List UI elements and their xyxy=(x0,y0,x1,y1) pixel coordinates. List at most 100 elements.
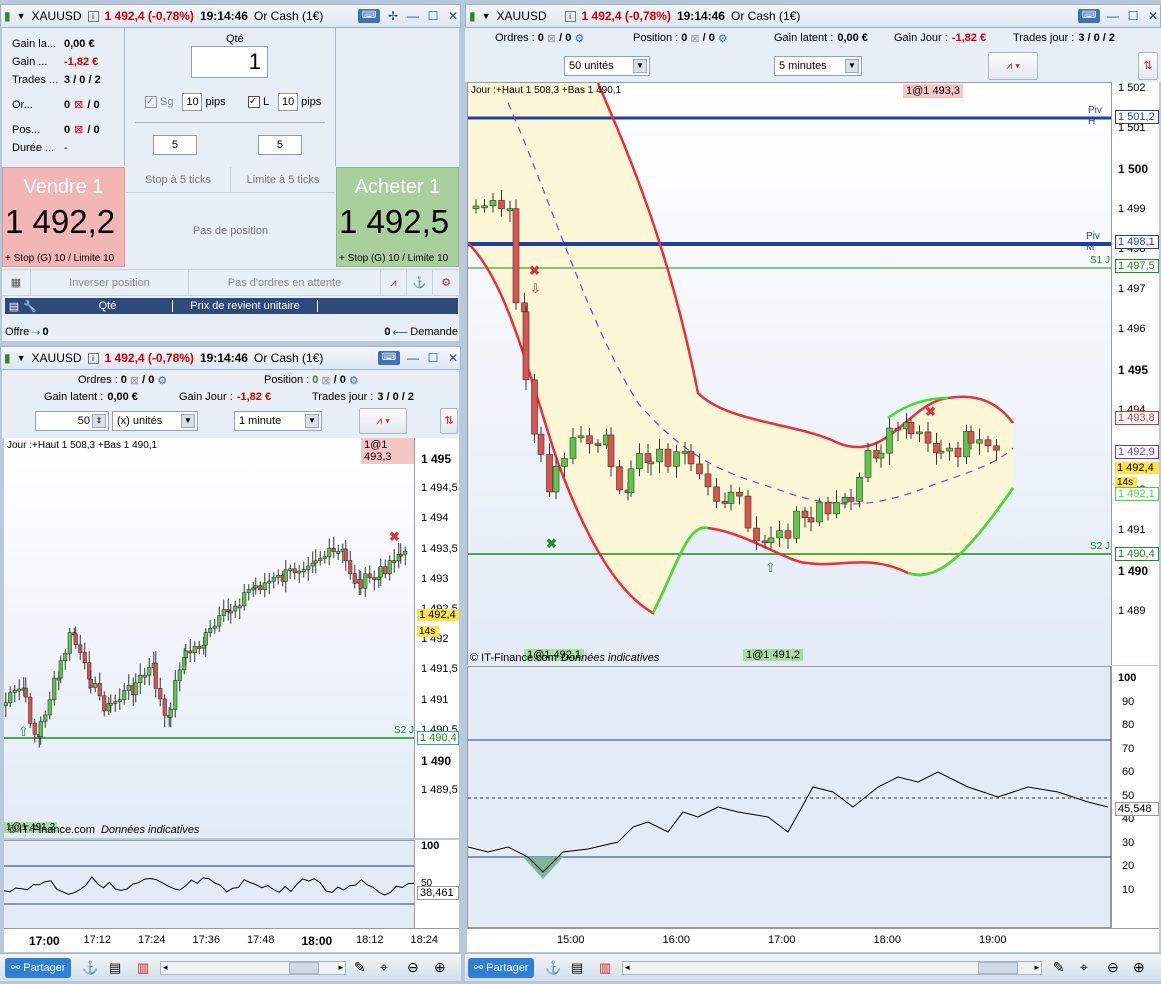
crosshair-tool-icon[interactable]: ⚓ xyxy=(545,960,561,976)
maximize-icon[interactable]: ☐ xyxy=(426,351,440,365)
scroll-left-icon[interactable]: ◂ xyxy=(163,962,168,973)
wrench-icon[interactable]: 🔧 xyxy=(23,300,43,313)
bars-icon[interactable]: ▥ xyxy=(137,960,149,976)
scroll-thumb[interactable] xyxy=(289,962,319,974)
drawing-tool-icon[interactable]: ✎ xyxy=(1053,959,1065,976)
zoom-out-icon[interactable]: ⊖ xyxy=(1107,959,1119,976)
info-icon[interactable]: i xyxy=(564,10,576,22)
indicator-button[interactable]: ⩘ ▾ xyxy=(359,408,407,434)
cancel-icon[interactable]: ⊠ xyxy=(74,123,83,136)
share-button[interactable]: ⚯ Partager xyxy=(468,958,535,978)
left-oscillator[interactable] xyxy=(3,840,415,928)
indicator-button[interactable]: ⩘ ▾ xyxy=(988,52,1038,80)
scroll-right-icon[interactable]: ▸ xyxy=(1034,962,1039,973)
gear-icon[interactable]: ⚙ xyxy=(718,32,728,45)
stop-ticks-button[interactable]: Stop à 5 ticks xyxy=(126,167,231,192)
limit-stepper[interactable]: 5 xyxy=(258,135,302,155)
col-qty[interactable]: Qté xyxy=(43,300,173,312)
pin-icon[interactable]: ✢ xyxy=(386,9,400,23)
col-price[interactable]: Prix de revient unitaire xyxy=(173,300,318,312)
chevron-down-icon[interactable]: ▼ xyxy=(633,59,647,73)
keyboard-icon[interactable]: ⌨ xyxy=(378,351,400,365)
dropdown-icon[interactable]: ▼ xyxy=(482,11,491,21)
dropdown-icon[interactable]: ▼ xyxy=(17,11,26,21)
settings-chart-icon[interactable]: ⚙ xyxy=(432,270,459,295)
units-input[interactable]: 50 ⇕ xyxy=(35,411,109,431)
stop-stepper[interactable]: 5 xyxy=(153,135,197,155)
bottom-order-tag-2[interactable]: 1@1 491,2 xyxy=(743,649,803,661)
chevron-down-icon[interactable]: ▼ xyxy=(181,414,195,428)
drawing-tool-icon[interactable]: ✎ xyxy=(354,959,366,976)
info-icon[interactable]: i xyxy=(87,352,99,364)
symbol-label[interactable]: XAUUSD xyxy=(32,9,82,23)
l-checkbox[interactable]: ✓ xyxy=(248,96,260,108)
side-panel-icon[interactable]: ⇅ xyxy=(1138,52,1158,80)
sg-input[interactable]: 10 xyxy=(182,93,203,111)
minimize-icon[interactable]: — xyxy=(406,351,420,365)
right-time-axis[interactable]: 15:00 16:00 17:00 18:00 19:00 xyxy=(467,928,1159,952)
cancel-icon[interactable]: ⊠ xyxy=(547,32,556,45)
left-time-axis[interactable]: 17:00 17:12 17:24 17:36 17:48 18:00 18:12 18:24 xyxy=(4,928,459,952)
chevron-down-icon[interactable]: ▼ xyxy=(305,414,319,428)
zoom-in-icon[interactable]: ⊕ xyxy=(434,959,446,976)
zoom-fit-icon[interactable]: ⌖ xyxy=(1080,959,1088,976)
symbol-label[interactable]: XAUUSD xyxy=(497,9,547,23)
scroll-left-icon[interactable]: ◂ xyxy=(625,962,630,973)
close-icon[interactable]: ✕ xyxy=(446,351,460,365)
limit-ticks-button[interactable]: Limite à 5 ticks xyxy=(231,167,335,192)
scroll-right-icon[interactable]: ▸ xyxy=(338,962,343,973)
keyboard-icon[interactable]: ⌨ xyxy=(1078,9,1100,23)
side-panel-icon[interactable]: ⇅ xyxy=(440,408,458,434)
info-icon[interactable]: i xyxy=(87,10,99,22)
cancel-icon[interactable]: ⊠ xyxy=(321,374,330,387)
chevron-down-icon[interactable]: ▼ xyxy=(845,59,859,73)
cancel-icon[interactable]: ⊠ xyxy=(74,98,83,111)
right-price-chart[interactable]: Jour :+Haut 1 508,3 +Bas 1 490,1 1@1 493… xyxy=(467,82,1112,666)
grid-small-icon[interactable]: ▤ xyxy=(5,300,23,313)
maximize-icon[interactable]: ☐ xyxy=(426,9,440,23)
period-select[interactable]: 5 minutes ▼ xyxy=(774,56,862,76)
tool-icon[interactable]: ⚓ xyxy=(406,270,432,295)
chart-icon[interactable]: ▮ xyxy=(4,9,11,23)
order-tag[interactable]: 1@1 493,3 xyxy=(361,438,414,464)
zoom-out-icon[interactable]: ⊖ xyxy=(407,959,419,976)
maximize-icon[interactable]: ☐ xyxy=(1126,9,1140,23)
right-oscillator[interactable] xyxy=(467,666,1112,928)
invert-position-button[interactable]: Inverser position xyxy=(30,270,188,295)
stepper-icon[interactable]: ⇕ xyxy=(92,414,106,428)
cancel-icon[interactable]: ⊠ xyxy=(690,32,699,45)
close-icon[interactable]: ✕ xyxy=(1146,9,1160,23)
crosshair-tool-icon[interactable]: ⚓ xyxy=(82,960,98,976)
order-tag[interactable]: 1@1 493,3 xyxy=(903,84,963,98)
chart-icon[interactable]: ▮ xyxy=(469,9,476,23)
close-icon[interactable]: ✕ xyxy=(446,9,460,23)
list-icon[interactable]: ▤ xyxy=(571,960,583,976)
gear-icon[interactable]: ⚙ xyxy=(574,32,584,45)
l-input[interactable]: 10 xyxy=(278,93,299,111)
minimize-icon[interactable]: — xyxy=(1106,9,1120,23)
gear-icon[interactable]: ⚙ xyxy=(157,374,167,387)
grid-icon[interactable]: ▦ xyxy=(2,270,30,295)
right-price-axis[interactable]: 1 5021 5011 5001 4991 4981 4971 4961 495… xyxy=(1111,82,1159,665)
bars-icon[interactable]: ▥ xyxy=(599,960,611,976)
chart-icon[interactable]: ▮ xyxy=(4,351,11,365)
qty-input[interactable]: 1 xyxy=(191,46,268,78)
scroll-thumb[interactable] xyxy=(978,962,1018,974)
minimize-icon[interactable]: — xyxy=(406,9,420,23)
cancel-icon[interactable]: ⊠ xyxy=(130,374,139,387)
keyboard-icon[interactable]: ⌨ xyxy=(358,9,380,23)
scrollbar[interactable]: ◂ ▸ xyxy=(160,961,346,975)
units-select[interactable]: 50 unités ▼ xyxy=(564,56,650,76)
period-select[interactable]: 1 minute ▼ xyxy=(234,411,322,431)
gear-icon[interactable]: ⚙ xyxy=(349,374,359,387)
symbol-label[interactable]: XAUUSD xyxy=(32,351,82,365)
left-price-chart[interactable]: Jour :+Haut 1 508,3 +Bas 1 490,1 1@1 493… xyxy=(3,438,414,838)
zoom-fit-icon[interactable]: ⌖ xyxy=(380,959,388,976)
units-select[interactable]: (x) unités ▼ xyxy=(112,411,198,431)
list-icon[interactable]: ▤ xyxy=(109,960,121,976)
buy-button[interactable]: Acheter 1 1 492,5 + Stop (G) 10 / Limite… xyxy=(336,167,459,267)
left-price-axis[interactable]: 1 4951 494,51 4941 493,51 4931 492,51 49… xyxy=(414,438,459,838)
dropdown-icon[interactable]: ▼ xyxy=(17,353,26,363)
chart-order-icon[interactable]: ⩘ xyxy=(380,270,406,295)
sg-checkbox[interactable]: ✓ xyxy=(145,96,157,108)
